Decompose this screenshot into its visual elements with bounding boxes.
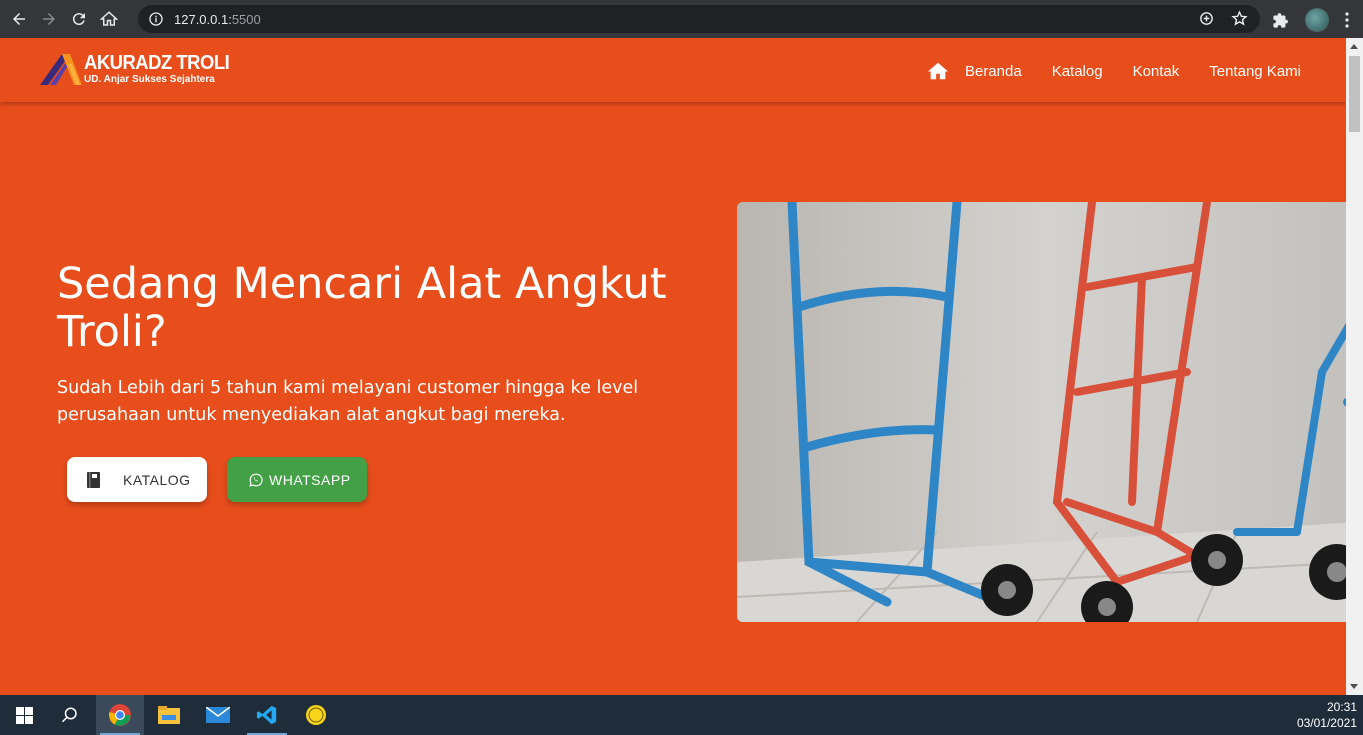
windows-start-icon[interactable] bbox=[0, 695, 48, 735]
book-icon bbox=[87, 471, 100, 488]
add-icon[interactable] bbox=[1198, 10, 1215, 27]
url-text: 127.0.0.1:5500 bbox=[174, 11, 261, 27]
chrome-icon[interactable] bbox=[96, 695, 144, 735]
site-logo[interactable]: AKURADZ TROLI UD. Anjar Sukses Sejahtera bbox=[40, 52, 242, 86]
page-scrollbar[interactable] bbox=[1346, 38, 1363, 695]
bookmark-star-icon[interactable] bbox=[1231, 10, 1248, 27]
katalog-button-label: KATALOG bbox=[123, 471, 191, 488]
search-icon[interactable] bbox=[46, 695, 94, 735]
web-page: AKURADZ TROLI UD. Anjar Sukses Sejahtera… bbox=[0, 38, 1346, 695]
clock-date: 03/01/2021 bbox=[1296, 716, 1357, 730]
logo-subtitle: UD. Anjar Sukses Sejahtera bbox=[84, 74, 215, 85]
address-bar[interactable]: 127.0.0.1:5500 bbox=[138, 5, 1260, 33]
system-clock[interactable]: 20:31 03/01/2021 bbox=[1297, 699, 1357, 731]
whatsapp-button-label: WHATSAPP bbox=[269, 471, 351, 488]
logo-title: AKURADZ TROLI bbox=[84, 52, 230, 74]
hero-description: Sudah Lebih dari 5 tahun kami melayani c… bbox=[57, 378, 639, 425]
timer-app-icon[interactable] bbox=[292, 695, 340, 735]
back-icon[interactable] bbox=[8, 8, 30, 30]
mail-icon[interactable] bbox=[194, 695, 242, 735]
clock-time: 20:31 bbox=[1326, 700, 1357, 714]
logo-mark-icon bbox=[40, 54, 82, 85]
whatsapp-button[interactable]: WHATSAPP bbox=[227, 457, 367, 502]
hero-title: Sedang Mencari Alat Angkut Troli? bbox=[57, 259, 667, 357]
reload-icon[interactable] bbox=[68, 8, 90, 30]
site-navbar: AKURADZ TROLI UD. Anjar Sukses Sejahtera… bbox=[0, 38, 1346, 102]
browser-toolbar: 127.0.0.1:5500 bbox=[0, 0, 1363, 38]
file-explorer-icon[interactable] bbox=[145, 695, 193, 735]
home-browser-icon[interactable] bbox=[98, 8, 120, 30]
nav-kontak[interactable]: Kontak bbox=[1133, 63, 1180, 80]
scroll-thumb[interactable] bbox=[1349, 56, 1360, 132]
home-icon[interactable] bbox=[927, 60, 949, 82]
info-icon[interactable] bbox=[148, 11, 164, 27]
whatsapp-icon bbox=[249, 473, 263, 487]
nav-katalog[interactable]: Katalog bbox=[1052, 63, 1103, 80]
trolley-photo bbox=[737, 202, 1346, 622]
extensions-icon[interactable] bbox=[1272, 12, 1289, 29]
nav-tentang-kami[interactable]: Tentang Kami bbox=[1209, 63, 1301, 80]
profile-avatar[interactable] bbox=[1305, 8, 1329, 32]
windows-taskbar: 20:31 03/01/2021 bbox=[0, 695, 1363, 735]
scroll-up-icon[interactable] bbox=[1350, 44, 1358, 49]
more-menu-icon[interactable] bbox=[1345, 12, 1349, 28]
forward-icon[interactable] bbox=[38, 8, 60, 30]
main-menu: Beranda Katalog Kontak Tentang Kami bbox=[927, 60, 1301, 82]
scroll-down-icon[interactable] bbox=[1350, 684, 1358, 689]
katalog-button[interactable]: KATALOG bbox=[67, 457, 207, 502]
vscode-icon[interactable] bbox=[243, 695, 291, 735]
nav-beranda[interactable]: Beranda bbox=[965, 63, 1022, 80]
